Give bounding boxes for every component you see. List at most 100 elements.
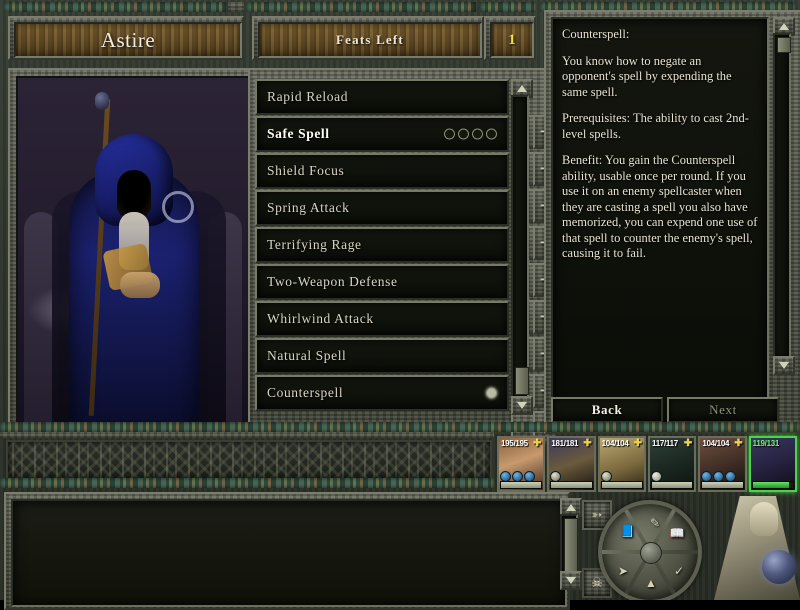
log-scrollbar[interactable] — [560, 498, 582, 590]
description-paragraph: Prerequisites: The ability to cast 2nd-l… — [562, 111, 749, 141]
feat-label: Natural Spell — [267, 348, 347, 363]
back-button-label: Back — [591, 402, 623, 417]
feat-description-panel: Counterspell: You know how to negate an … — [544, 10, 800, 434]
heal-cross-icon[interactable]: ✚ — [583, 439, 591, 449]
description-paragraph: Benefit: You gain the Counterspell abili… — [562, 153, 758, 260]
divider-ledge — [0, 432, 494, 438]
feat-row: Counterspell + − — [255, 375, 557, 445]
feat-row-button[interactable]: Shield Focus — [255, 153, 509, 189]
feat-pips — [486, 387, 497, 399]
feat-row: Shield Focus + − — [255, 153, 557, 223]
feat-row: Two-Weapon Defense + − — [255, 264, 557, 334]
feat-pips — [444, 128, 497, 140]
journal-icon[interactable]: 📘 — [616, 522, 638, 540]
chevron-down-icon — [779, 362, 789, 369]
feat-row-button[interactable]: Terrifying Rage — [255, 227, 509, 263]
next-button-label: Next — [709, 402, 737, 417]
party-member-slot[interactable]: 104/104 ✚ — [597, 436, 646, 492]
character-portrait-panel — [8, 68, 256, 436]
scrollbar-track[interactable] — [511, 95, 529, 399]
feats-list-panel: Rapid Reload + − Safe Spell + − Shield F… — [248, 68, 557, 445]
crystal-orb-icon[interactable] — [762, 550, 796, 584]
scrollbar-thumb[interactable] — [564, 518, 578, 574]
feat-row: Spring Attack + − — [255, 190, 557, 260]
scroll-down-button[interactable] — [560, 571, 582, 590]
party-member-slot-selected[interactable]: 119/131 — [748, 436, 797, 492]
feats-left-bar: Feats Left — [252, 16, 484, 60]
scrollbar-track[interactable] — [773, 33, 791, 359]
heal-cross-icon[interactable]: ✚ — [734, 439, 742, 449]
party-hp-text: 195/195 — [501, 439, 528, 448]
chevron-down-icon — [566, 577, 576, 584]
scroll-down-button[interactable] — [773, 356, 795, 375]
radial-menu-hub[interactable] — [640, 542, 662, 564]
feat-row-button[interactable]: Two-Weapon Defense — [255, 264, 509, 300]
party-hp-bar — [751, 481, 794, 489]
feat-row-button[interactable]: Rapid Reload — [255, 79, 509, 115]
party-hp-bar — [650, 481, 694, 489]
party-hp-bar — [701, 481, 744, 489]
party-hp-bar — [500, 481, 543, 489]
character-name: Astire — [100, 27, 156, 52]
feats-list: Rapid Reload + − Safe Spell + − Shield F… — [255, 75, 557, 445]
scrollbar-thumb[interactable] — [515, 367, 529, 395]
character-name-bar: Astire — [8, 16, 244, 60]
heal-cross-icon[interactable]: ✚ — [634, 439, 642, 449]
radial-menu-area: 📘 ✎ 📖 ✓ ▲ ➤ — [592, 496, 800, 600]
scrollbar-thumb[interactable] — [777, 37, 791, 53]
description-scrollbar[interactable] — [773, 17, 795, 375]
next-button[interactable]: Next — [667, 397, 779, 423]
feat-label: Whirlwind Attack — [267, 311, 374, 326]
feat-row: Rapid Reload + − — [255, 79, 557, 149]
feat-description-text: Counterspell: You know how to negate an … — [551, 17, 769, 427]
feat-row-button[interactable]: Spring Attack — [255, 190, 509, 226]
feat-row: Safe Spell + − — [255, 116, 557, 186]
quill-icon[interactable]: ✎ — [644, 514, 666, 532]
knotwork-band — [6, 440, 492, 480]
heal-cross-icon[interactable]: ✚ — [533, 439, 541, 449]
party-hp-bar — [550, 481, 593, 489]
wizard-figure — [714, 496, 800, 600]
feat-row-button[interactable]: Safe Spell — [255, 116, 509, 152]
radial-menu-wheel[interactable]: 📘 ✎ 📖 ✓ ▲ ➤ — [598, 500, 702, 600]
party-member-slot[interactable]: 117/117 ✚ — [647, 436, 697, 492]
feat-label: Terrifying Rage — [267, 237, 362, 252]
character-portrait-image — [16, 76, 252, 432]
feat-row-button[interactable]: Whirlwind Attack — [255, 301, 509, 337]
message-log-text[interactable] — [11, 499, 567, 607]
party-hp-text: 119/131 — [752, 439, 780, 448]
chevron-up-icon — [566, 504, 576, 511]
feat-row-button[interactable]: Counterspell — [255, 375, 509, 411]
mosaic-divider — [0, 422, 800, 432]
scrollbar-track[interactable] — [560, 514, 578, 574]
message-log-panel — [4, 492, 570, 610]
party-hp-text: 117/117 — [651, 439, 678, 448]
mosaic-divider — [0, 478, 494, 488]
party-hp-text: 104/104 — [702, 439, 730, 448]
spellbook-icon[interactable]: 📖 — [666, 524, 688, 542]
check-icon[interactable]: ✓ — [668, 562, 690, 580]
party-member-slot[interactable]: 104/104 ✚ — [698, 436, 747, 492]
wizard-head — [750, 502, 778, 536]
feats-left-value-box: 1 — [484, 16, 536, 60]
feat-row-button[interactable]: Natural Spell — [255, 338, 509, 374]
chevron-up-icon — [517, 85, 527, 92]
feat-row: Terrifying Rage + − — [255, 227, 557, 297]
party-member-slot[interactable]: 195/195 ✚ — [497, 436, 546, 492]
scroll-down-button[interactable] — [511, 396, 533, 415]
feat-label: Safe Spell — [267, 126, 330, 141]
feat-label: Counterspell — [267, 385, 344, 400]
feats-left-label: Feats Left — [336, 32, 404, 47]
party-member-slot[interactable]: 181/181 ✚ — [547, 436, 596, 492]
arrow-icon[interactable]: ➤ — [612, 562, 634, 580]
map-icon[interactable]: ▲ — [640, 574, 662, 592]
party-portrait-bar: 195/195 ✚ 181/181 ✚ 104/104 ✚ 117/117 ✚ … — [497, 436, 797, 492]
feats-scrollbar[interactable] — [511, 79, 533, 415]
feat-label: Spring Attack — [267, 200, 350, 215]
chevron-down-icon — [517, 402, 527, 409]
feat-label: Rapid Reload — [267, 89, 349, 104]
party-hp-text: 181/181 — [551, 439, 579, 448]
back-button[interactable]: Back — [551, 397, 663, 423]
heal-cross-icon[interactable]: ✚ — [684, 439, 692, 449]
feat-label: Shield Focus — [267, 163, 345, 178]
